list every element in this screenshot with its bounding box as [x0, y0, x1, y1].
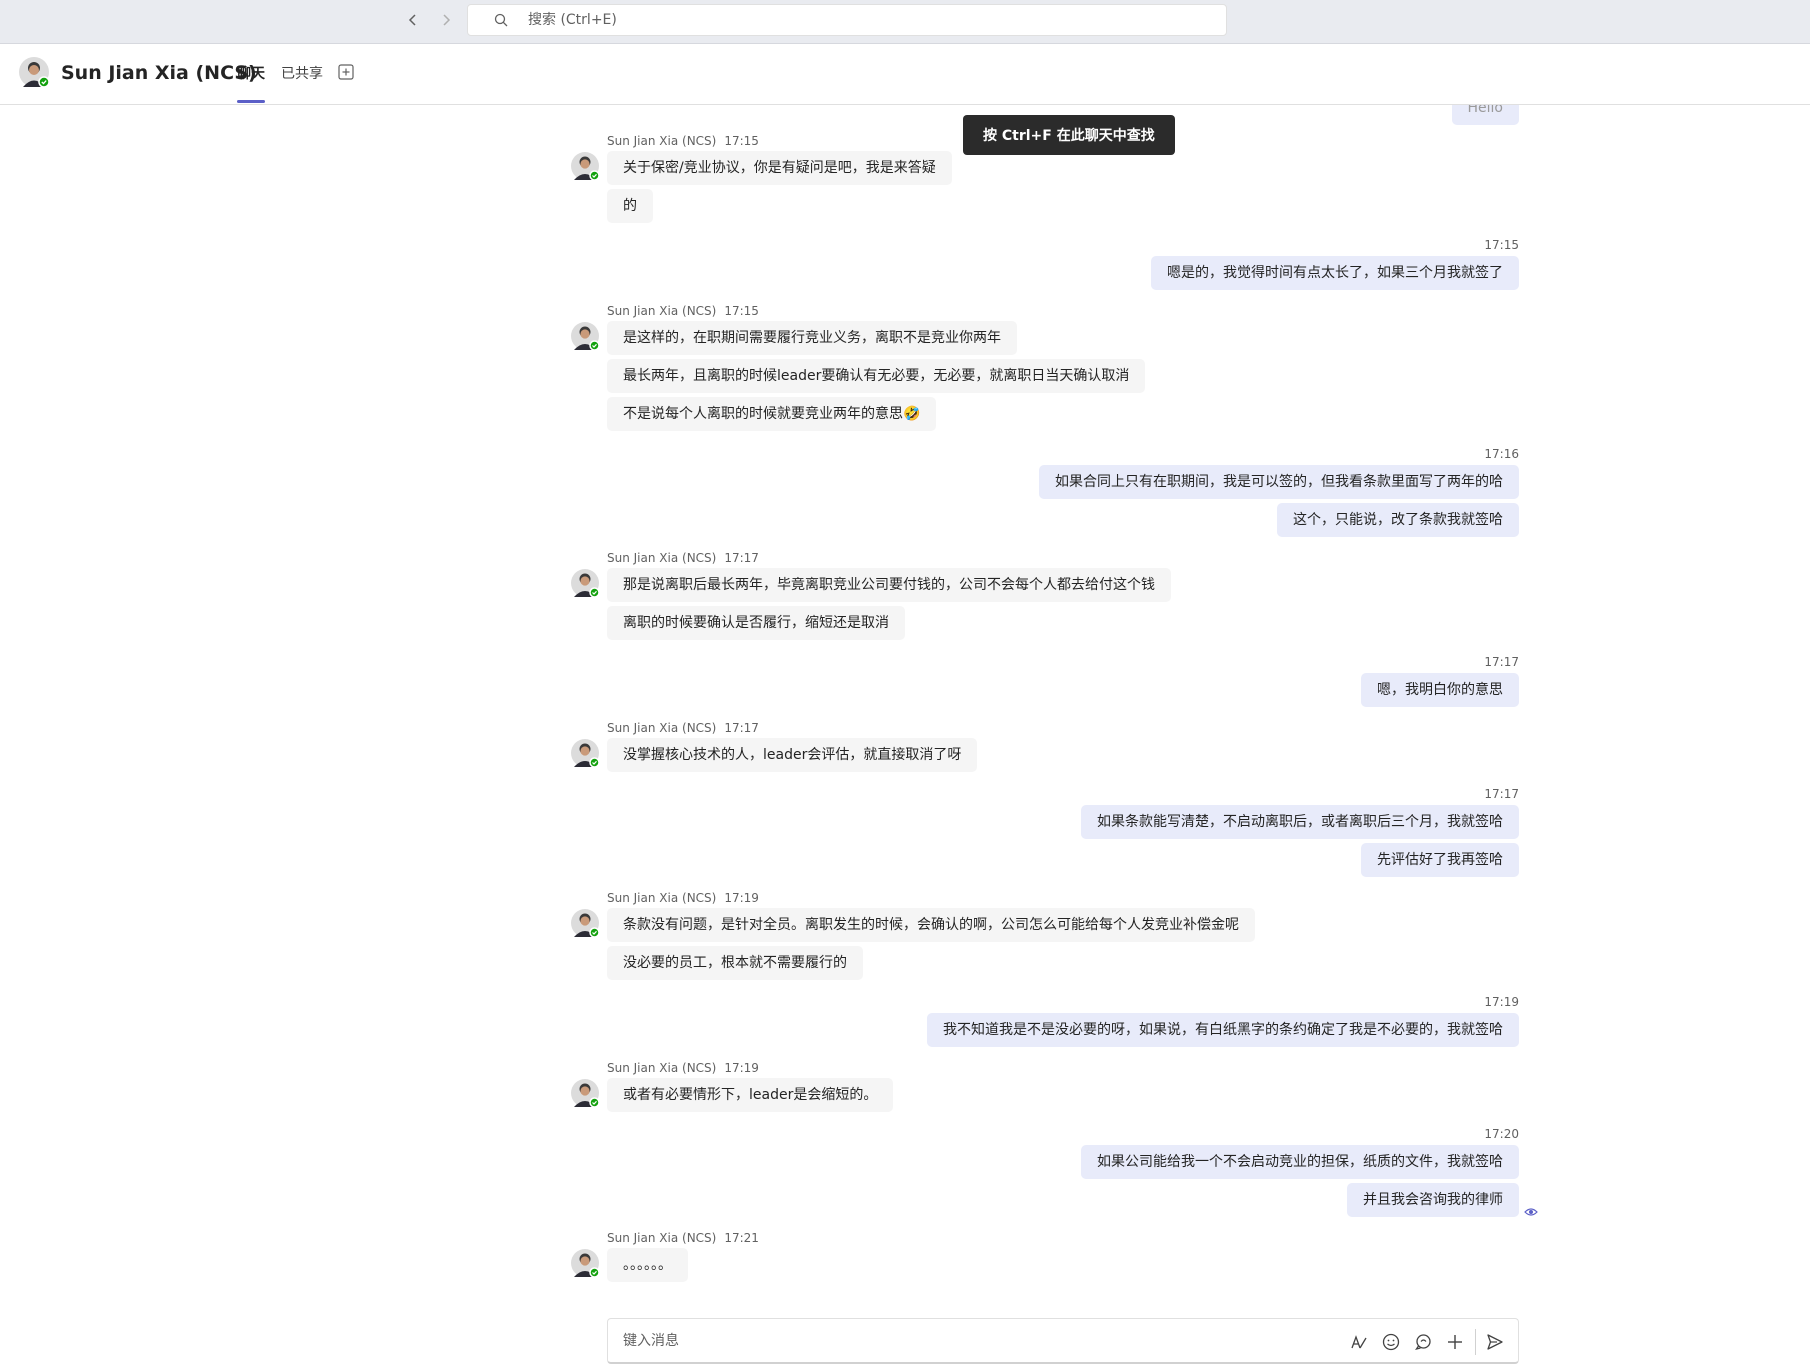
chevron-left-icon — [408, 14, 416, 26]
message-meta: Sun Jian Xia (NCS) 17:17 — [607, 721, 759, 735]
search-input[interactable] — [526, 11, 1130, 29]
message-meta: Sun Jian Xia (NCS) 17:15 — [607, 304, 759, 318]
message-time: 17:19 — [724, 891, 759, 905]
message-time: 17:15 — [724, 134, 759, 148]
chevron-right-icon — [443, 14, 451, 26]
message-bubble-outgoing[interactable]: 我不知道我是不是没必要的呀，如果说，有白纸黑字的条约确定了我是不必要的，我就签哈 — [927, 1013, 1519, 1047]
compose-box[interactable] — [607, 1318, 1519, 1364]
message-time: 17:19 — [724, 1061, 759, 1075]
loop-icon — [1415, 1334, 1431, 1351]
message-list: Hello Sun Jian Xia (NCS) 17:15 关于保密/竞业协议，… — [0, 105, 1810, 1305]
sender-avatar[interactable] — [571, 1249, 600, 1278]
sender-name: Sun Jian Xia (NCS) — [607, 134, 717, 148]
sender-name: Sun Jian Xia (NCS) — [607, 721, 717, 735]
message-time: 17:17 — [1484, 655, 1519, 669]
sender-avatar[interactable] — [571, 739, 600, 768]
format-button[interactable] — [1349, 1332, 1369, 1352]
message-bubble-incoming[interactable]: 没掌握核心技术的人，leader会评估，就直接取消了呀 — [607, 738, 978, 772]
message-bubble-incoming[interactable]: 或者有必要情形下，leader是会缩短的。 — [607, 1078, 894, 1112]
message-bubble-outgoing[interactable]: 先评估好了我再签哈 — [1361, 843, 1519, 877]
message-bubble-outgoing[interactable]: 如果合同上只有在职期间，我是可以签的，但我看条款里面写了两年的哈 — [1039, 465, 1519, 499]
sender-avatar[interactable] — [571, 569, 600, 598]
chat-header: Sun Jian Xia (NCS) 聊天 已共享 — [0, 44, 1810, 105]
message-bubble-incoming[interactable]: 的 — [607, 189, 653, 223]
message-time: 17:19 — [1484, 995, 1519, 1009]
contact-avatar[interactable] — [19, 57, 50, 88]
tab-chat[interactable]: 聊天 — [237, 63, 265, 83]
message-bubble-outgoing[interactable]: 嗯，我明白你的意思 — [1361, 673, 1519, 707]
message-bubble-outgoing[interactable]: 如果公司能给我一个不会启动竞业的担保，纸质的文件，我就签哈 — [1081, 1145, 1519, 1179]
search-box[interactable] — [467, 4, 1227, 36]
format-icon — [1351, 1335, 1367, 1349]
loop-button[interactable] — [1413, 1332, 1433, 1352]
sender-name: Sun Jian Xia (NCS) — [607, 1231, 717, 1245]
message-input[interactable] — [621, 1331, 1325, 1350]
message-bubble-incoming[interactable]: 不是说每个人离职的时候就要竞业两年的意思🤣 — [607, 397, 937, 431]
message-bubble-outgoing[interactable]: Hello — [1451, 105, 1519, 125]
forward-button[interactable] — [434, 8, 458, 32]
sender-avatar[interactable] — [571, 1079, 600, 1108]
plus-icon — [1448, 1335, 1462, 1349]
message-meta: Sun Jian Xia (NCS) 17:15 — [607, 134, 759, 148]
message-time: 17:15 — [1484, 238, 1519, 252]
message-bubble-incoming[interactable]: 最长两年，且离职的时候leader要确认有无必要，无必要，就离职日当天确认取消 — [607, 359, 1146, 393]
compose-divider — [1475, 1329, 1476, 1355]
message-bubble-incoming[interactable]: 离职的时候要确认是否履行，缩短还是取消 — [607, 606, 905, 640]
send-icon — [1487, 1334, 1503, 1350]
message-bubble-incoming[interactable]: 条款没有问题，是针对全员。离职发生的时候，会确认的啊，公司怎么可能给每个人发竞业… — [607, 908, 1255, 942]
message-bubble-incoming[interactable]: 没必要的员工，根本就不需要履行的 — [607, 946, 863, 980]
message-meta: Sun Jian Xia (NCS) 17:21 — [607, 1231, 759, 1245]
add-tab-icon — [338, 64, 354, 80]
active-tab-indicator — [237, 100, 265, 103]
message-time: 17:15 — [724, 304, 759, 318]
message-bubble-incoming[interactable]: 那是说离职后最长两年，毕竟离职竞业公司要付钱的，公司不会每个人都去给付这个钱 — [607, 568, 1171, 602]
message-bubble-incoming[interactable]: 关于保密/竞业协议，你是有疑问是吧，我是来答疑 — [607, 151, 952, 185]
message-meta: Sun Jian Xia (NCS) 17:17 — [607, 551, 759, 565]
seen-icon — [1524, 1204, 1538, 1218]
sender-name: Sun Jian Xia (NCS) — [607, 304, 717, 318]
attach-button[interactable] — [1445, 1332, 1465, 1352]
message-bubble-incoming[interactable]: 是这样的，在职期间需要履行竞业义务，离职不是竞业你两年 — [607, 321, 1017, 355]
message-meta: Sun Jian Xia (NCS) 17:19 — [607, 891, 759, 905]
emoji-button[interactable] — [1381, 1332, 1401, 1352]
message-time: 17:17 — [724, 721, 759, 735]
message-time: 17:20 — [1484, 1127, 1519, 1141]
message-time: 17:21 — [724, 1231, 759, 1245]
message-bubble-incoming[interactable]: 。。。。。。 — [607, 1248, 688, 1282]
message-bubble-outgoing[interactable]: 这个，只能说，改了条款我就签哈 — [1277, 503, 1519, 537]
sender-avatar[interactable] — [571, 909, 600, 938]
back-button[interactable] — [401, 8, 425, 32]
message-time: 17:16 — [1484, 447, 1519, 461]
message-time: 17:17 — [724, 551, 759, 565]
emoji-icon — [1382, 1333, 1400, 1351]
message-bubble-outgoing[interactable]: 嗯是的，我觉得时间有点太长了，如果三个月我就签了 — [1151, 256, 1519, 290]
tab-shared[interactable]: 已共享 — [281, 63, 323, 83]
message-time: 17:17 — [1484, 787, 1519, 801]
title-bar — [0, 0, 1810, 44]
search-icon — [492, 11, 510, 29]
send-button[interactable] — [1485, 1332, 1505, 1352]
sender-avatar[interactable] — [571, 152, 600, 181]
add-tab-button[interactable] — [337, 63, 355, 81]
sender-name: Sun Jian Xia (NCS) — [607, 551, 717, 565]
find-tooltip: 按 Ctrl+F 在此聊天中查找 — [963, 115, 1175, 155]
message-meta: Sun Jian Xia (NCS) 17:19 — [607, 1061, 759, 1075]
contact-name: Sun Jian Xia (NCS) — [61, 62, 257, 84]
sender-avatar[interactable] — [571, 322, 600, 351]
message-bubble-outgoing[interactable]: 并且我会咨询我的律师 — [1347, 1183, 1519, 1217]
sender-name: Sun Jian Xia (NCS) — [607, 891, 717, 905]
message-bubble-outgoing[interactable]: 如果条款能写清楚，不启动离职后，或者离职后三个月，我就签哈 — [1081, 805, 1519, 839]
sender-name: Sun Jian Xia (NCS) — [607, 1061, 717, 1075]
